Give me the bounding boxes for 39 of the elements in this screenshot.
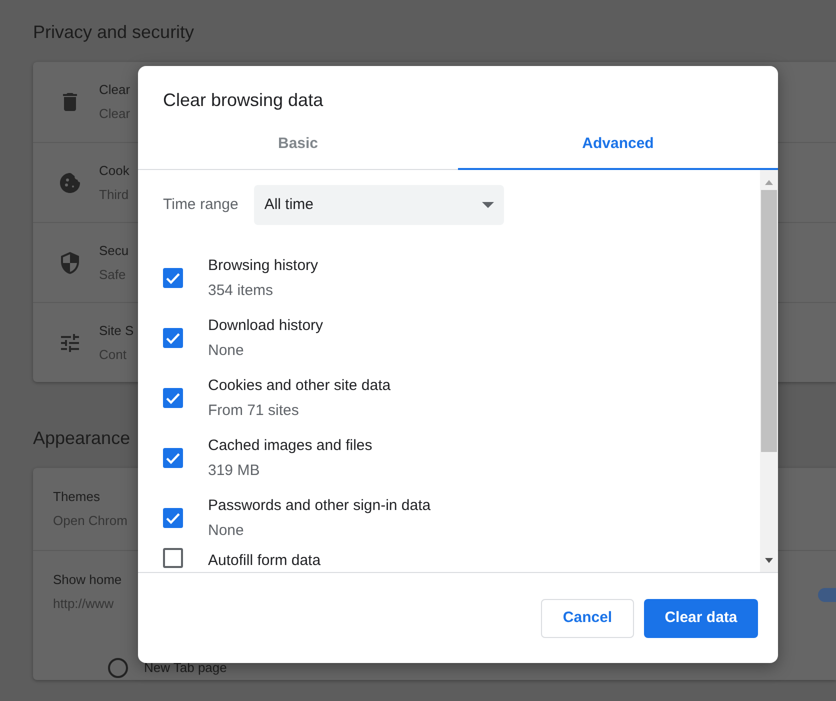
item-detail: 319 MB — [208, 461, 261, 481]
section-heading: Privacy and security — [33, 21, 194, 44]
tab[interactable]: Advanced — [458, 120, 778, 170]
shield-icon — [58, 250, 82, 274]
item-title: Download history — [208, 316, 324, 336]
setting-title: Cook — [99, 162, 130, 180]
setting-title: Site S — [99, 322, 134, 340]
setting-title: Themes — [53, 488, 101, 506]
cancel-button[interactable]: Cancel — [541, 598, 634, 638]
item-title: Passwords and other sign-in data — [208, 496, 431, 516]
item-detail: None — [208, 341, 245, 361]
field-label: Time range — [163, 194, 238, 215]
item-title: Autofill form data — [208, 551, 321, 571]
setting-title: Clear — [99, 81, 130, 99]
checkbox[interactable] — [163, 448, 183, 468]
tab[interactable]: Basic — [138, 120, 458, 170]
toggle-switch[interactable] — [818, 588, 836, 602]
radio-button[interactable] — [108, 658, 128, 678]
item-detail: 354 items — [208, 281, 274, 301]
section-heading: Appearance — [33, 427, 130, 450]
scrollbar[interactable] — [760, 170, 778, 572]
cookie-icon — [58, 170, 82, 194]
dropdown-arrow-icon — [482, 202, 494, 208]
radio-label: New Tab page — [144, 659, 227, 677]
item-detail: From 71 sites — [208, 401, 300, 421]
checkbox[interactable] — [163, 268, 183, 288]
item-title: Cookies and other site data — [208, 376, 391, 396]
checkbox[interactable] — [163, 548, 183, 568]
item-detail: None — [208, 521, 245, 541]
clear-data-button[interactable]: Clear data — [644, 598, 758, 638]
checkbox[interactable] — [163, 328, 183, 348]
setting-title: Show home — [53, 570, 122, 588]
checkbox[interactable] — [163, 508, 183, 528]
time-range-dropdown[interactable]: All time — [254, 185, 504, 225]
checkbox[interactable] — [163, 388, 183, 408]
item-title: Browsing history — [208, 256, 318, 276]
item-title: Cached images and files — [208, 436, 372, 456]
dialog-title: Clear browsing data — [162, 89, 324, 112]
setting-title: Secu — [99, 242, 129, 260]
